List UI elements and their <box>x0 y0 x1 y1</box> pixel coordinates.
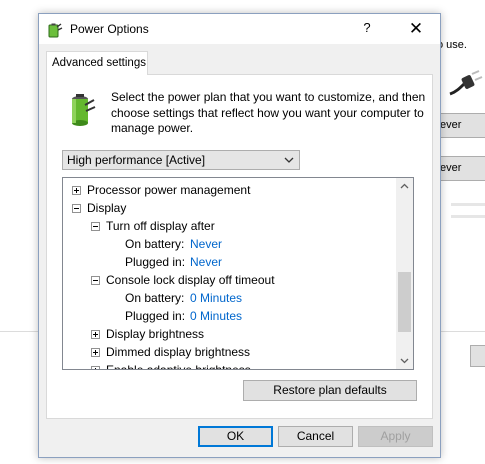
dialog-title: Power Options <box>70 22 149 36</box>
tab-advanced-settings[interactable]: Advanced settings <box>46 51 148 75</box>
advanced-settings-panel: Select the power plan that you want to c… <box>46 74 433 419</box>
background-slider-track <box>451 203 485 206</box>
power-options-dialog: Power Options ? ✕ Advanced settings Sele… <box>38 13 441 458</box>
power-options-icon <box>48 23 63 38</box>
collapse-icon[interactable] <box>91 276 100 285</box>
ok-button[interactable]: OK <box>198 426 273 447</box>
power-plan-select-value: High performance [Active] <box>67 153 206 167</box>
background-button-3[interactable] <box>470 345 485 367</box>
collapse-icon[interactable] <box>91 222 100 231</box>
display-on-battery-value[interactable]: Never <box>190 235 222 253</box>
display-plugged-in-value[interactable]: Never <box>190 253 222 271</box>
tree-item-display-plugged-in[interactable]: Plugged in: Never <box>125 253 385 271</box>
restore-plan-defaults-button[interactable]: Restore plan defaults <box>243 380 417 401</box>
background-partial-text: o use. <box>437 39 467 51</box>
scrollbar-thumb[interactable] <box>398 272 411 332</box>
tree-scrollbar[interactable] <box>396 178 413 369</box>
battery-icon <box>72 94 96 126</box>
background-button-2[interactable]: ever <box>437 156 485 181</box>
tree-item-display-on-battery[interactable]: On battery: Never <box>125 235 385 253</box>
expand-icon[interactable] <box>91 366 100 369</box>
help-button[interactable]: ? <box>357 20 377 38</box>
scroll-down-arrow-icon[interactable] <box>396 352 413 369</box>
console-plugged-in-value[interactable]: 0 Minutes <box>190 307 242 325</box>
collapse-icon[interactable] <box>72 204 81 213</box>
tree-item-dimmed-display-brightness[interactable]: Dimmed display brightness <box>91 343 391 361</box>
tree-item-console-on-battery[interactable]: On battery: 0 Minutes <box>125 289 385 307</box>
tree-item-display-brightness[interactable]: Display brightness <box>91 325 391 343</box>
background-button-1[interactable]: ever <box>437 113 485 138</box>
tree-item-enable-adaptive-brightness[interactable]: Enable adaptive brightness <box>91 361 391 369</box>
description-text: Select the power plan that you want to c… <box>111 90 426 135</box>
expand-icon[interactable] <box>91 348 100 357</box>
tree-item-console-lock-timeout[interactable]: Console lock display off timeout <box>91 271 391 289</box>
tree-item-turn-off-display-after[interactable]: Turn off display after <box>91 217 391 235</box>
plug-icon <box>449 70 483 96</box>
close-button[interactable]: ✕ <box>405 18 427 40</box>
tree-item-display[interactable]: Display <box>72 199 392 217</box>
background-divider-right <box>441 331 485 332</box>
settings-tree[interactable]: Processor power management Display Turn … <box>62 177 414 370</box>
console-on-battery-value[interactable]: 0 Minutes <box>190 289 242 307</box>
tree-item-processor-power-management[interactable]: Processor power management <box>72 181 392 199</box>
cancel-button[interactable]: Cancel <box>278 426 353 447</box>
expand-icon[interactable] <box>91 330 100 339</box>
chevron-down-icon <box>284 157 294 163</box>
title-bar[interactable]: Power Options ? ✕ <box>39 14 440 44</box>
tree-item-console-plugged-in[interactable]: Plugged in: 0 Minutes <box>125 307 385 325</box>
scroll-up-arrow-icon[interactable] <box>396 178 413 195</box>
power-plan-select[interactable]: High performance [Active] <box>62 150 300 170</box>
apply-button[interactable]: Apply <box>358 426 433 447</box>
expand-icon[interactable] <box>72 186 81 195</box>
background-slider-track-2 <box>451 215 485 218</box>
background-divider-left <box>0 331 38 332</box>
settings-tree-content: Processor power management Display Turn … <box>63 178 397 369</box>
